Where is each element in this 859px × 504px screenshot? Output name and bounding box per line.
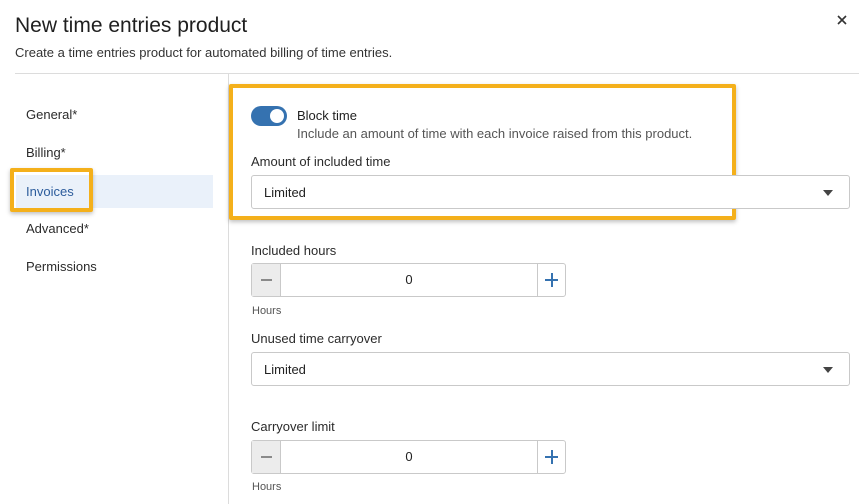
- header-divider: [15, 73, 859, 74]
- unused-time-carryover-select[interactable]: Limited: [251, 352, 850, 386]
- decrement-button[interactable]: [252, 264, 281, 296]
- sidebar-item-permissions[interactable]: Permissions: [16, 250, 213, 283]
- amount-included-time-label: Amount of included time: [251, 154, 391, 169]
- carryover-limit-label: Carryover limit: [251, 419, 335, 434]
- close-icon: [837, 15, 847, 25]
- carryover-limit-input[interactable]: 0: [281, 441, 538, 473]
- amount-included-time-select[interactable]: Limited: [251, 175, 850, 209]
- block-time-toggle[interactable]: [251, 106, 287, 126]
- toggle-knob: [270, 109, 284, 123]
- chevron-down-icon: [823, 367, 833, 373]
- sidebar-item-general[interactable]: General*: [16, 98, 213, 131]
- increment-button[interactable]: [538, 441, 565, 473]
- unused-time-carryover-label: Unused time carryover: [251, 331, 382, 346]
- close-button[interactable]: [834, 12, 850, 30]
- block-time-help: Include an amount of time with each invo…: [297, 126, 693, 141]
- carryover-limit-stepper: 0: [251, 440, 566, 474]
- included-hours-unit: Hours: [252, 305, 282, 317]
- block-time-label: Block time: [297, 108, 357, 123]
- increment-button[interactable]: [538, 264, 565, 296]
- sidebar-item-advanced[interactable]: Advanced*: [16, 212, 213, 245]
- select-value: Limited: [264, 185, 306, 200]
- included-hours-label: Included hours: [251, 243, 337, 258]
- sidebar-item-billing[interactable]: Billing*: [16, 136, 213, 169]
- carryover-limit-unit: Hours: [252, 481, 282, 493]
- dialog-title: New time entries product: [15, 14, 248, 37]
- dialog-subtitle: Create a time entries product for automa…: [15, 45, 393, 60]
- sidebar-divider: [228, 74, 229, 504]
- included-hours-stepper: 0: [251, 263, 566, 297]
- included-hours-input[interactable]: 0: [281, 264, 538, 296]
- select-value: Limited: [264, 362, 306, 377]
- sidebar-item-invoices[interactable]: Invoices: [16, 175, 213, 208]
- chevron-down-icon: [823, 190, 833, 196]
- decrement-button[interactable]: [252, 441, 281, 473]
